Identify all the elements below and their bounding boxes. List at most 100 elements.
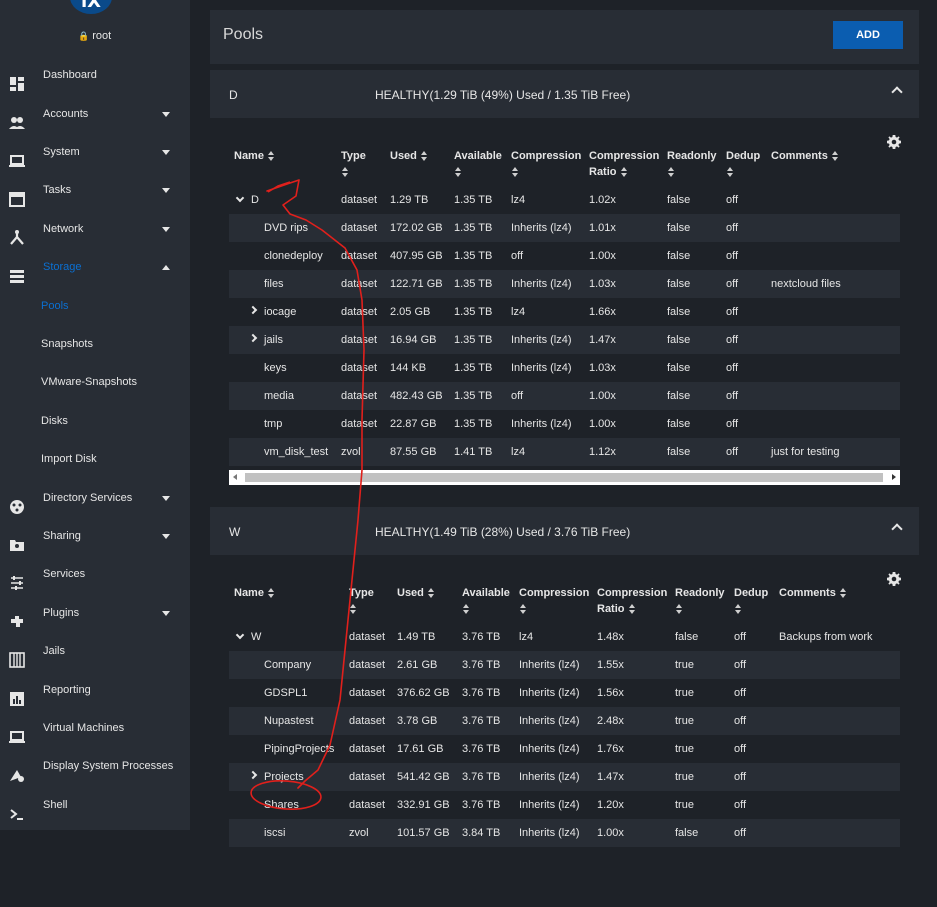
table-row[interactable]: GDSPL1 dataset 376.62 GB 3.76 TB Inherits (l… — [229, 679, 900, 707]
user-label[interactable]: 🔒 root — [78, 30, 111, 42]
chevron-down-icon — [162, 187, 170, 193]
horizontal-scrollbar[interactable] — [229, 470, 900, 485]
table-row[interactable]: PipingProjects dataset 17.61 GB 3.76 TB Inhe… — [229, 735, 900, 763]
sidebar-item-label: Plugins — [43, 607, 80, 619]
sidebar-item-virtual-machines[interactable]: Virtual Machines — [0, 713, 190, 743]
column-header-readonly[interactable]: Readonly — [675, 585, 725, 617]
column-header-ratio[interactable]: Compression Ratio — [589, 148, 659, 180]
table-row[interactable]: Ddataset 1.29 TB 1.35 TB lz4 1.02x false off — [229, 186, 900, 214]
cell-readonly: true — [675, 771, 694, 783]
table-row[interactable]: tmp dataset 22.87 GB 1.35 TB Inherits (lz4) 1… — [229, 410, 900, 438]
column-header-available[interactable]: Available — [462, 585, 510, 617]
chevron-up-icon[interactable] — [891, 523, 903, 535]
column-header-readonly[interactable]: Readonly — [667, 148, 717, 180]
column-header-label: Available — [454, 150, 502, 162]
cell-dedup: off — [734, 715, 747, 727]
chevron-down-icon[interactable] — [235, 193, 245, 203]
column-header-comments[interactable]: Comments — [779, 585, 846, 601]
cell-dedup: off — [734, 743, 747, 755]
table-row[interactable]: keys dataset 144 KB 1.35 TB Inherits (lz4) 1.… — [229, 354, 900, 382]
sidebar-item-display-system-processes[interactable]: Display System Processes — [0, 751, 190, 782]
sidebar-subitem-snapshots[interactable]: Snapshots — [41, 338, 93, 350]
sidebar-item-directory-services[interactable]: Directory Services — [0, 483, 190, 514]
column-header-name[interactable]: Name — [234, 148, 274, 164]
column-header-type[interactable]: Type — [341, 148, 366, 180]
cell-name: keys — [264, 362, 287, 374]
gear-icon[interactable] — [886, 571, 902, 590]
cell-available: 1.41 TB — [454, 446, 493, 458]
cell-readonly: false — [667, 418, 691, 430]
sidebar-subitem-import disk[interactable]: Import Disk — [41, 453, 97, 465]
chevron-right-icon[interactable] — [248, 305, 258, 315]
table-row[interactable]: Projects dataset 541.42 GB 3.76 TB Inherits … — [229, 763, 900, 791]
column-header-dedup[interactable]: Dedup — [734, 585, 768, 617]
sidebar-subitem-vmware-snapshots[interactable]: VMware-Snapshots — [41, 376, 137, 388]
add-pool-button[interactable]: ADD — [833, 21, 903, 49]
sidebar-item-network[interactable]: Network — [0, 214, 190, 245]
cell-available: 1.35 TB — [454, 334, 493, 346]
column-header-label: Name — [234, 587, 264, 599]
table-row[interactable]: clonedeploy dataset 407.95 GB 1.35 TB off 1.0… — [229, 242, 900, 270]
table-row[interactable]: jails dataset 16.94 GB 1.35 TB Inherits (lz4… — [229, 326, 900, 354]
column-header-label: Used — [390, 150, 417, 162]
cell-type: dataset — [341, 390, 378, 402]
scroll-right-icon[interactable] — [892, 474, 896, 480]
sidebar-subitem-disks[interactable]: Disks — [41, 415, 68, 427]
table-row[interactable]: media dataset 482.43 GB 1.35 TB off 1.00x fals… — [229, 382, 900, 410]
sidebar-item-services[interactable]: Services — [0, 559, 190, 590]
sidebar-item-storage[interactable]: Storage — [0, 252, 190, 283]
table-row[interactable]: DVD rips dataset 172.02 GB 1.35 TB Inherits … — [229, 214, 900, 242]
cell-type: dataset — [349, 687, 386, 699]
table-row[interactable]: Wdataset 1.49 TB 3.76 TB lz4 1.48x false off Ba… — [229, 623, 900, 651]
sidebar-item-accounts[interactable]: Accounts — [0, 99, 190, 129]
cell-ratio: 1.02x — [589, 194, 616, 206]
column-header-dedup[interactable]: Dedup — [726, 148, 760, 180]
chevron-up-icon[interactable] — [891, 86, 903, 98]
column-header-label: Dedup — [726, 150, 761, 162]
table-row[interactable]: Shares dataset 332.91 GB 3.76 TB Inherits (l… — [229, 791, 900, 819]
table-row[interactable]: iocage dataset 2.05 GB 1.35 TB lz4 1.66x false… — [229, 298, 900, 326]
sidebar-item-plugins[interactable]: Plugins — [0, 598, 190, 628]
column-header-type[interactable]: Type — [349, 585, 374, 617]
cell-compression: Inherits (lz4) — [511, 222, 572, 234]
sidebar-item-reporting[interactable]: Reporting — [0, 675, 190, 706]
column-header-ratio[interactable]: Compression Ratio — [597, 585, 667, 617]
chevron-right-icon[interactable] — [248, 770, 258, 780]
cell-dedup: off — [734, 687, 747, 699]
scrollbar-thumb[interactable] — [245, 473, 883, 482]
sidebar-item-system[interactable]: System — [0, 137, 190, 167]
table-row[interactable]: Company dataset 2.61 GB 3.76 TB Inherits (lz… — [229, 651, 900, 679]
column-header-used[interactable]: Used — [397, 585, 434, 601]
chevron-down-icon[interactable] — [235, 630, 245, 640]
sidebar-item-shell[interactable]: Shell — [0, 790, 190, 820]
cell-available: 3.76 TB — [462, 799, 501, 811]
column-header-used[interactable]: Used — [390, 148, 427, 164]
table-row[interactable]: Nupastest dataset 3.78 GB 3.76 TB Inherits (… — [229, 707, 900, 735]
table-row[interactable]: vm_disk_test zvol 87.55 GB 1.41 TB lz4 1.12x f… — [229, 438, 900, 466]
cell-ratio: 2.48x — [597, 715, 624, 727]
column-header-comments[interactable]: Comments — [771, 148, 838, 164]
sidebar-item-sharing[interactable]: Sharing — [0, 521, 190, 551]
column-header-compression[interactable]: Compression — [519, 585, 589, 617]
sidebar-item-tasks[interactable]: Tasks — [0, 175, 190, 207]
sidebar-subitem-pools[interactable]: Pools — [41, 300, 69, 312]
sidebar-item-dashboard[interactable]: Dashboard — [0, 60, 190, 91]
column-header-available[interactable]: Available — [454, 148, 502, 180]
column-header-name[interactable]: Name — [234, 585, 274, 601]
sort-icon — [267, 588, 274, 599]
cell-type: dataset — [349, 799, 386, 811]
cell-readonly: false — [667, 278, 691, 290]
gear-icon[interactable] — [886, 134, 902, 153]
column-header-compression[interactable]: Compression — [511, 148, 581, 180]
chevron-right-icon[interactable] — [248, 333, 258, 343]
scroll-left-icon[interactable] — [233, 474, 237, 480]
table-row[interactable]: iscsi zvol 101.57 GB 3.84 TB Inherits (lz4) 1… — [229, 819, 900, 847]
column-header-label: Dedup — [734, 587, 769, 599]
cell-dedup: off — [726, 390, 739, 402]
sidebar-item-label: Virtual Machines — [43, 722, 125, 734]
column-header-label: Used — [397, 587, 424, 599]
sidebar-item-jails[interactable]: Jails — [0, 636, 190, 668]
table-row[interactable]: files dataset 122.71 GB 1.35 TB Inherits (lz… — [229, 270, 900, 298]
sidebar-item-label: System — [43, 146, 80, 158]
sidebar-item-label: Accounts — [43, 108, 89, 120]
